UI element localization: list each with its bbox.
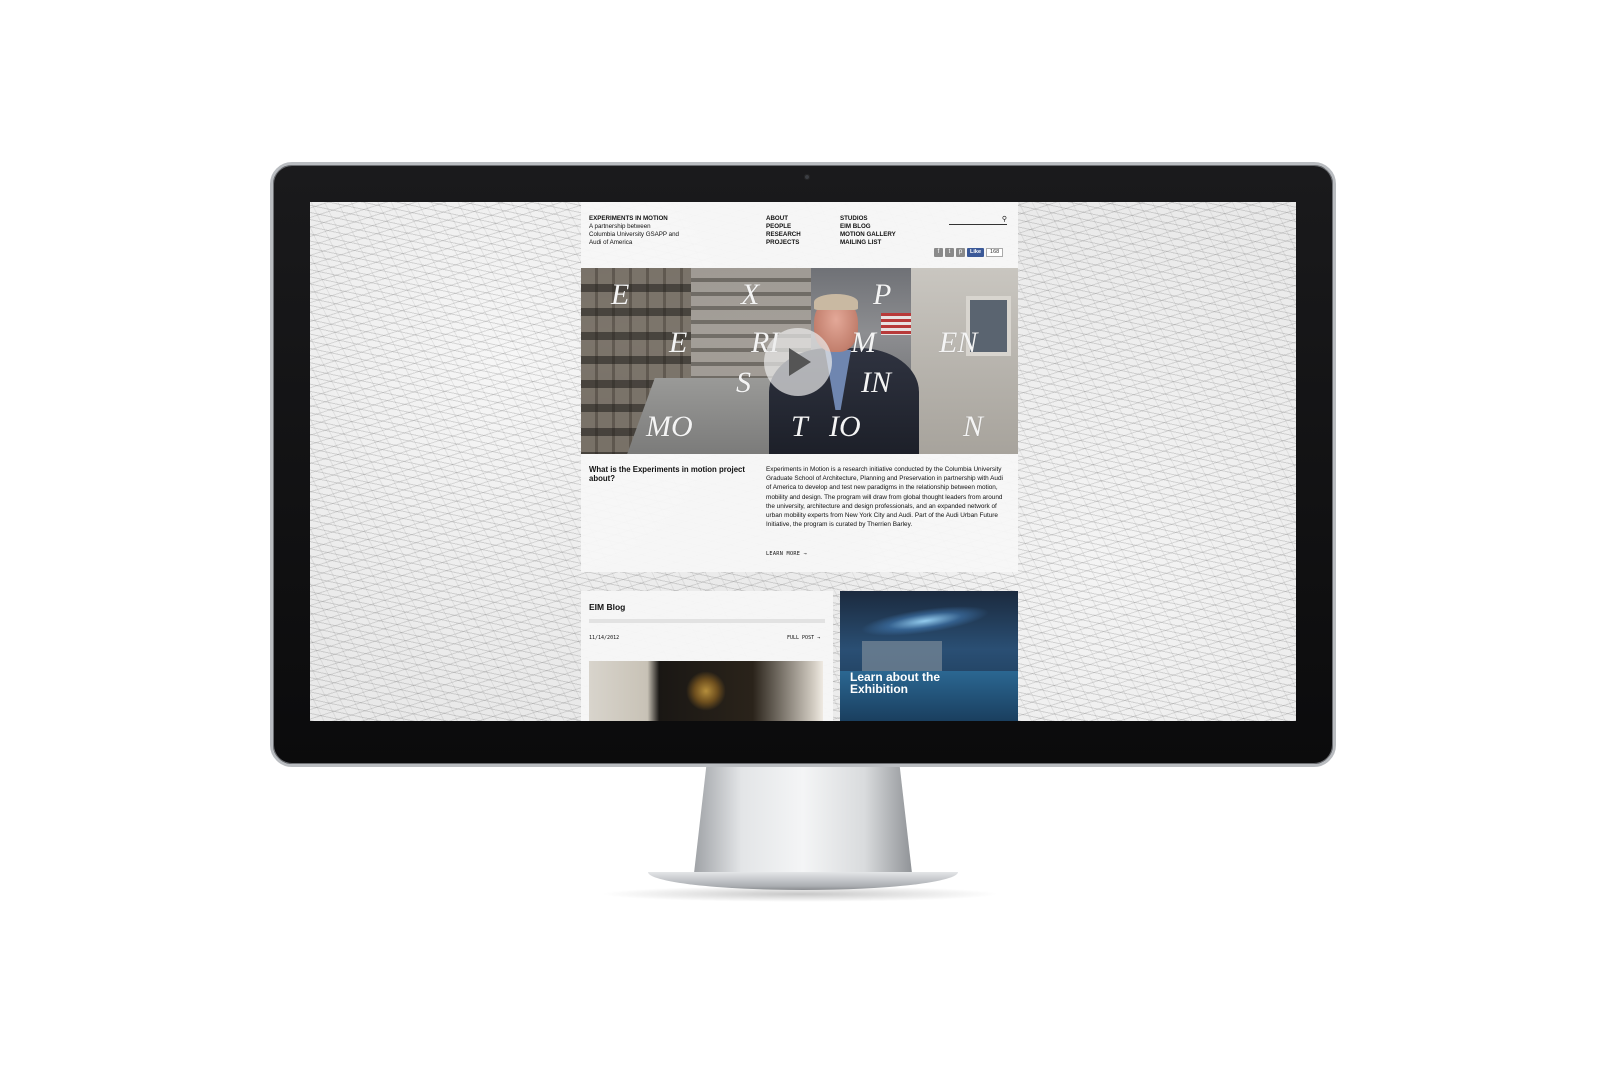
search-icon[interactable]: ⚲: [1002, 215, 1007, 223]
screen: EXPERIMENTS IN MOTION A partnership betw…: [310, 202, 1296, 721]
site-header: EXPERIMENTS IN MOTION A partnership betw…: [581, 202, 1018, 268]
primary-nav: ABOUT PEOPLE RESEARCH PROJECTS: [766, 215, 801, 247]
about-section: What is the Experiments in motion projec…: [581, 454, 1018, 572]
twitter-icon[interactable]: t: [945, 247, 954, 257]
speaker-hair: [814, 294, 858, 310]
pinterest-icon[interactable]: p: [956, 247, 965, 257]
nav-item-projects[interactable]: PROJECTS: [766, 239, 801, 247]
social-bar: f t p Like 168: [934, 247, 1004, 257]
hero-letter: IN: [861, 366, 891, 399]
hero-letter: P: [873, 278, 892, 311]
secondary-nav: STUDIOS EIM BLOG MOTION GALLERY MAILING …: [840, 215, 896, 247]
hero-letter: E: [611, 278, 630, 311]
learn-more-link[interactable]: LEARN MORE →: [766, 551, 807, 557]
camera-icon: [804, 174, 810, 180]
like-count: 168: [986, 247, 1004, 257]
brand-block[interactable]: EXPERIMENTS IN MOTION A partnership betw…: [589, 215, 679, 247]
like-label: Like: [970, 248, 982, 255]
blog-post-date: 11/14/2012: [589, 635, 620, 641]
search-input[interactable]: ⚲: [949, 216, 1007, 225]
blog-panel: EIM Blog 11/14/2012 FULL POST →: [581, 591, 833, 721]
hero-letter: S: [736, 366, 751, 399]
play-button[interactable]: [764, 328, 832, 396]
brand-subtitle: Columbia University GSAPP and: [589, 231, 679, 238]
divider: [589, 619, 825, 623]
nav-item-eim-blog[interactable]: EIM BLOG: [840, 223, 896, 231]
hero-letter: T: [791, 410, 808, 443]
hero-letter: N: [963, 410, 984, 443]
hero-letter: MO: [646, 410, 693, 443]
nav-item-people[interactable]: PEOPLE: [766, 223, 801, 231]
website: EXPERIMENTS IN MOTION A partnership betw…: [581, 202, 1018, 721]
nav-item-studios[interactable]: STUDIOS: [840, 215, 896, 223]
nav-item-mailing-list[interactable]: MAILING LIST: [840, 239, 896, 247]
monitor-stand: [693, 767, 913, 882]
exhibition-light: [858, 600, 992, 642]
stand-shadow: [600, 886, 1000, 902]
hero-letter: E: [669, 326, 688, 359]
nav-item-about[interactable]: ABOUT: [766, 215, 801, 223]
exhibition-promo[interactable]: Learn about the Exhibition: [840, 591, 1018, 721]
about-question: What is the Experiments in motion projec…: [589, 465, 745, 483]
facebook-icon[interactable]: f: [934, 247, 943, 257]
hero-video[interactable]: E X P E RI M EN S IN MO T IO N: [581, 268, 1018, 454]
hero-letter: X: [741, 278, 760, 311]
brand-subtitle: Audi of America: [589, 239, 633, 246]
hero-letter: IO: [829, 410, 861, 443]
hero-letter: EN: [939, 326, 978, 359]
hero-letter: M: [851, 326, 876, 359]
monitor-frame: EXPERIMENTS IN MOTION A partnership betw…: [270, 162, 1336, 767]
full-post-link[interactable]: FULL POST →: [787, 635, 820, 641]
play-icon: [789, 348, 811, 376]
facebook-like-button[interactable]: Like: [967, 247, 985, 257]
nav-item-research[interactable]: RESEARCH: [766, 231, 801, 239]
brand-title[interactable]: EXPERIMENTS IN MOTION: [589, 215, 679, 223]
brand-subtitle: A partnership between: [589, 223, 651, 230]
exhibition-title[interactable]: Learn about the Exhibition: [850, 671, 970, 695]
nav-item-motion-gallery[interactable]: MOTION GALLERY: [840, 231, 896, 239]
about-description: Experiments in Motion is a research init…: [766, 466, 1003, 529]
blog-title[interactable]: EIM Blog: [589, 602, 625, 612]
blog-image-detail: [686, 671, 726, 711]
